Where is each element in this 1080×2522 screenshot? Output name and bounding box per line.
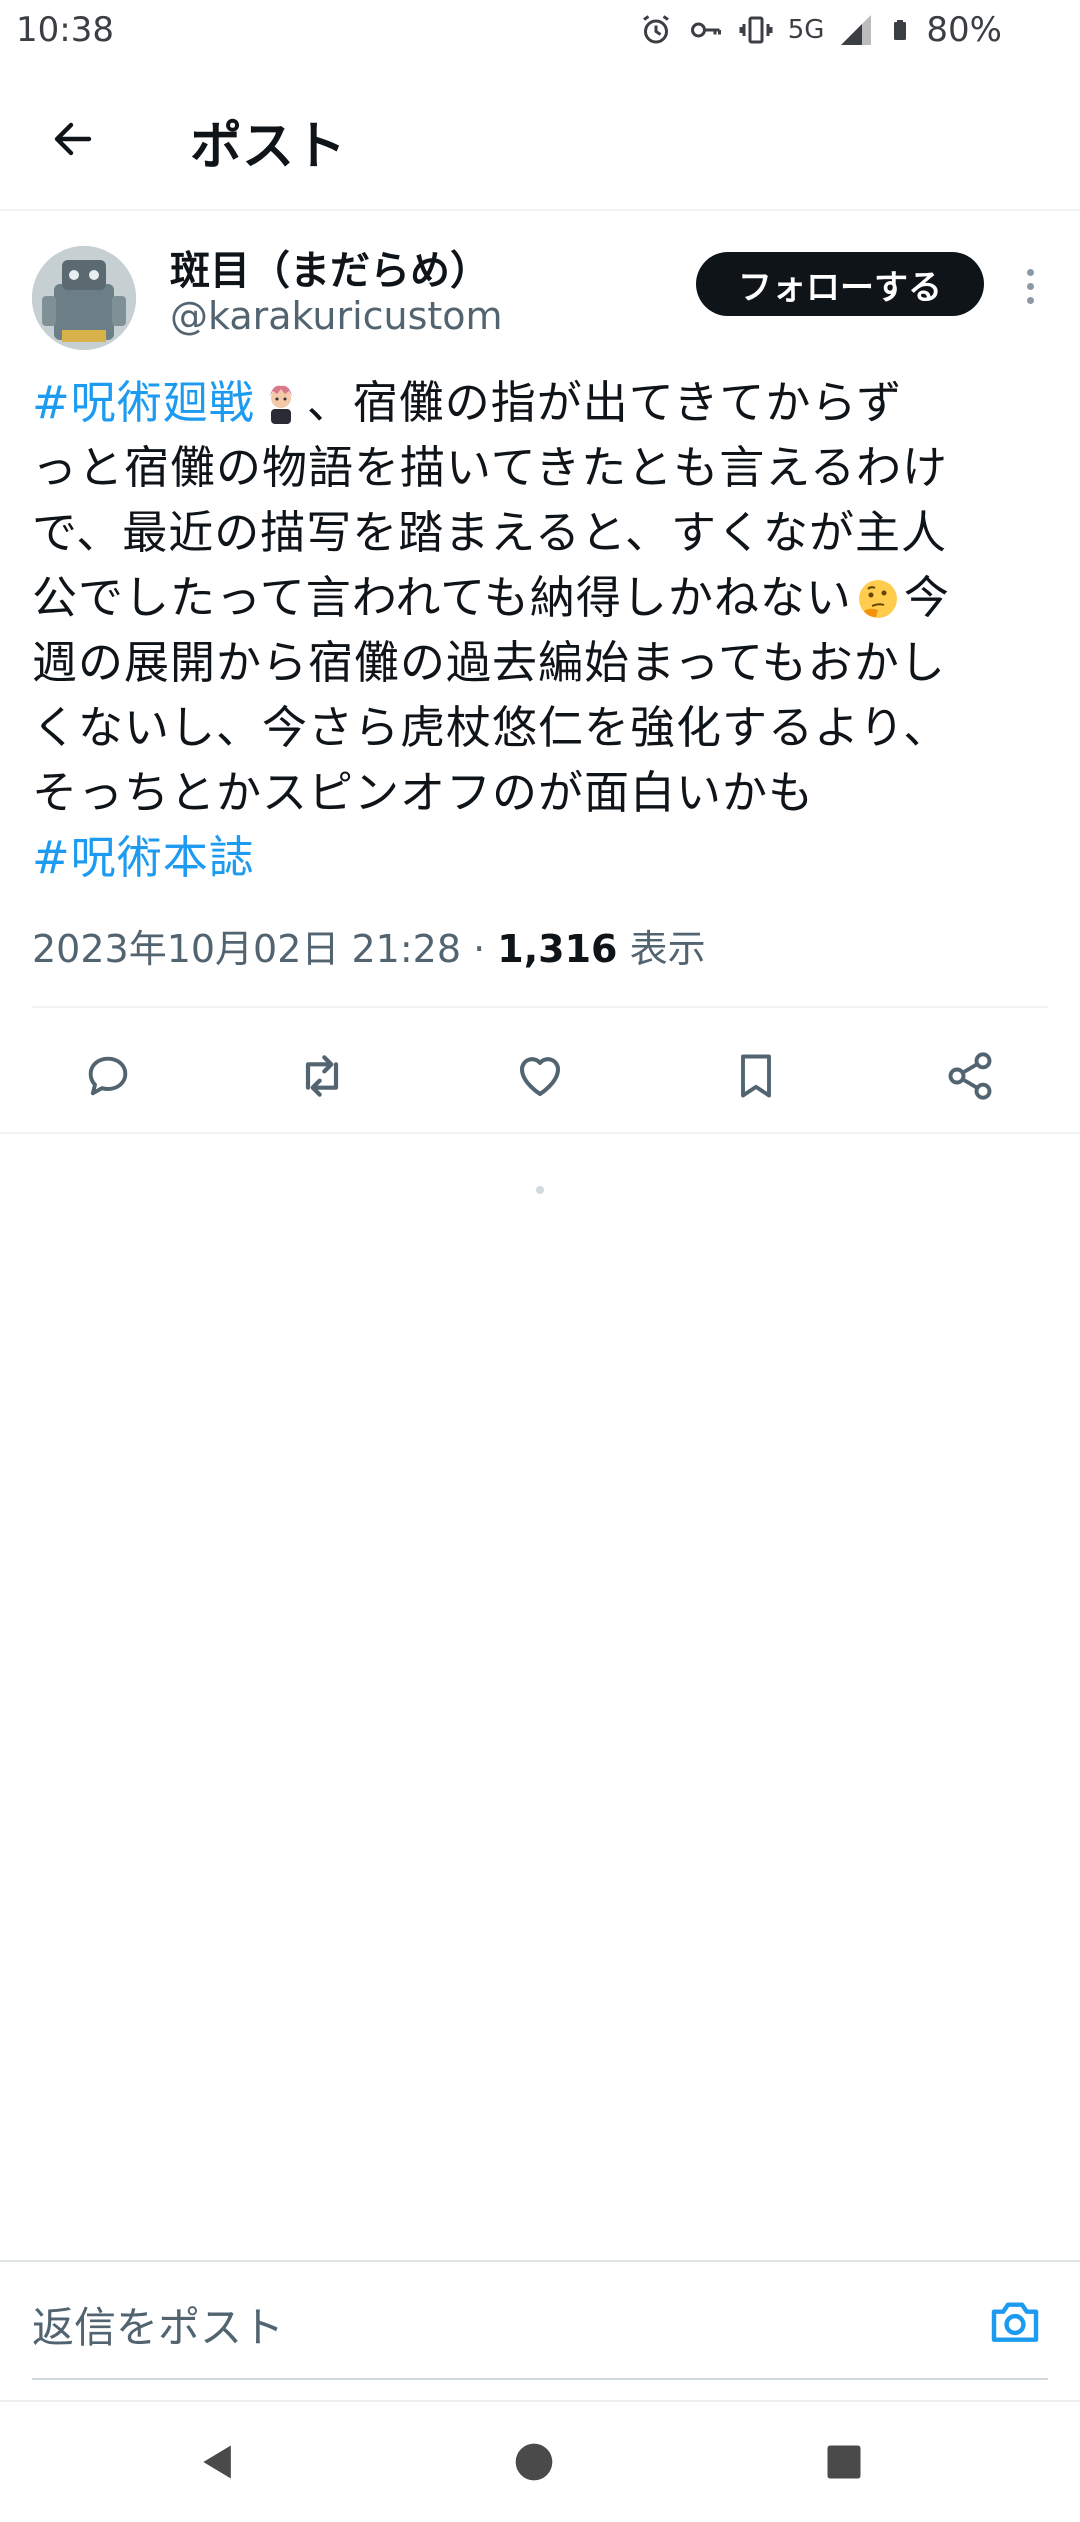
nav-recents-icon bbox=[827, 2445, 861, 2479]
more-dot-icon bbox=[1026, 268, 1034, 276]
bookmark-button[interactable] bbox=[726, 1046, 786, 1106]
meta-separator: · bbox=[473, 927, 486, 971]
repost-button[interactable] bbox=[292, 1046, 352, 1106]
post-line: 公でしたって言われても納得しかねない 今 bbox=[32, 565, 1052, 630]
post-line: #呪術廻戦 、宿儺の指が出てきてからず bbox=[32, 370, 1052, 435]
post-line: そっちとかスピンオフのが面白いかも bbox=[32, 766, 815, 819]
nav-back-button[interactable] bbox=[186, 2430, 250, 2494]
author-name[interactable]: 斑目（まだらめ） bbox=[170, 238, 490, 296]
battery-icon bbox=[894, 20, 907, 40]
post-line: で、最近の描写を踏まえると、すくなが主人 bbox=[32, 506, 948, 559]
like-button[interactable] bbox=[510, 1046, 570, 1106]
action-bar bbox=[0, 1010, 1080, 1136]
status-bar: 10:38 5G 80% bbox=[0, 0, 1080, 64]
camera-icon bbox=[991, 2302, 1039, 2342]
back-button[interactable] bbox=[40, 106, 106, 172]
post-datetime: 2023年10月02日 21:28 bbox=[32, 927, 462, 971]
thinking-face-emoji-icon bbox=[858, 580, 897, 618]
nav-back-icon bbox=[203, 2445, 231, 2479]
post-line: 週の展開から宿儺の過去編始まってもおかし bbox=[32, 636, 946, 689]
loading-indicator bbox=[536, 1186, 544, 1194]
alarm-icon bbox=[642, 15, 669, 44]
vibrate-icon bbox=[739, 16, 773, 44]
system-nav-bar bbox=[0, 2400, 1080, 2522]
follow-button[interactable]: フォローする bbox=[696, 252, 984, 316]
camera-button[interactable] bbox=[984, 2290, 1046, 2352]
page-title: ポスト bbox=[190, 117, 347, 177]
post-text: #呪術廻戦 、宿儺の指が出てきてからず っと宿儺の物語を描いてきたとも言えるわけ… bbox=[32, 370, 1052, 890]
hashtag-link[interactable]: #呪術廻戦 bbox=[32, 376, 255, 429]
vpn-key-icon bbox=[690, 22, 721, 38]
reply-button[interactable] bbox=[78, 1046, 138, 1106]
divider bbox=[32, 1006, 1048, 1008]
status-icons: 5G 80% bbox=[638, 10, 1002, 50]
signal-icon bbox=[841, 15, 872, 45]
hashtag-link[interactable]: #呪術本誌 bbox=[32, 825, 1052, 890]
divider bbox=[0, 1132, 1080, 1134]
nav-recents-button[interactable] bbox=[812, 2430, 876, 2494]
share-icon bbox=[948, 1052, 992, 1100]
network-type: 5G bbox=[787, 15, 825, 45]
battery-level: 80% bbox=[926, 10, 1002, 50]
back-arrow-icon bbox=[54, 122, 92, 156]
author-handle[interactable]: @karakuricustom bbox=[170, 294, 503, 338]
avatar-image bbox=[32, 246, 136, 350]
reply-composer: 返信をポスト bbox=[0, 2260, 1080, 2380]
reply-icon bbox=[88, 1056, 128, 1096]
post-line: っと宿儺の物語を描いてきたとも言えるわけ bbox=[32, 441, 948, 494]
post-meta: 2023年10月02日 21:28 · 1,316 表示 bbox=[32, 918, 706, 973]
post-text-segment: 公でしたって言われても納得しかねない bbox=[32, 571, 852, 624]
nav-home-button[interactable] bbox=[502, 2430, 566, 2494]
bookmark-icon bbox=[741, 1054, 771, 1098]
top-app-bar: ポスト bbox=[0, 64, 1080, 211]
views-count: 1,316 bbox=[497, 927, 618, 971]
post-line: くないし、今さら虎杖悠仁を強化するより、 bbox=[32, 701, 950, 754]
post-text-segment: 今 bbox=[903, 571, 950, 624]
avatar[interactable] bbox=[32, 246, 136, 350]
nav-home-icon bbox=[515, 2443, 553, 2481]
repost-icon bbox=[305, 1055, 339, 1097]
character-emoji-icon bbox=[269, 385, 292, 424]
views-label: 表示 bbox=[629, 927, 706, 971]
status-time: 10:38 bbox=[16, 10, 114, 50]
like-icon bbox=[519, 1057, 561, 1097]
more-dot-icon bbox=[1026, 282, 1034, 290]
reply-input[interactable]: 返信をポスト bbox=[32, 2294, 284, 2355]
more-dot-icon bbox=[1026, 296, 1034, 304]
share-button[interactable] bbox=[940, 1046, 1000, 1106]
more-options-button[interactable] bbox=[1010, 256, 1050, 316]
post-text-segment: 、宿儺の指が出てきてからず bbox=[306, 376, 903, 429]
reply-underline bbox=[32, 2378, 1048, 2380]
